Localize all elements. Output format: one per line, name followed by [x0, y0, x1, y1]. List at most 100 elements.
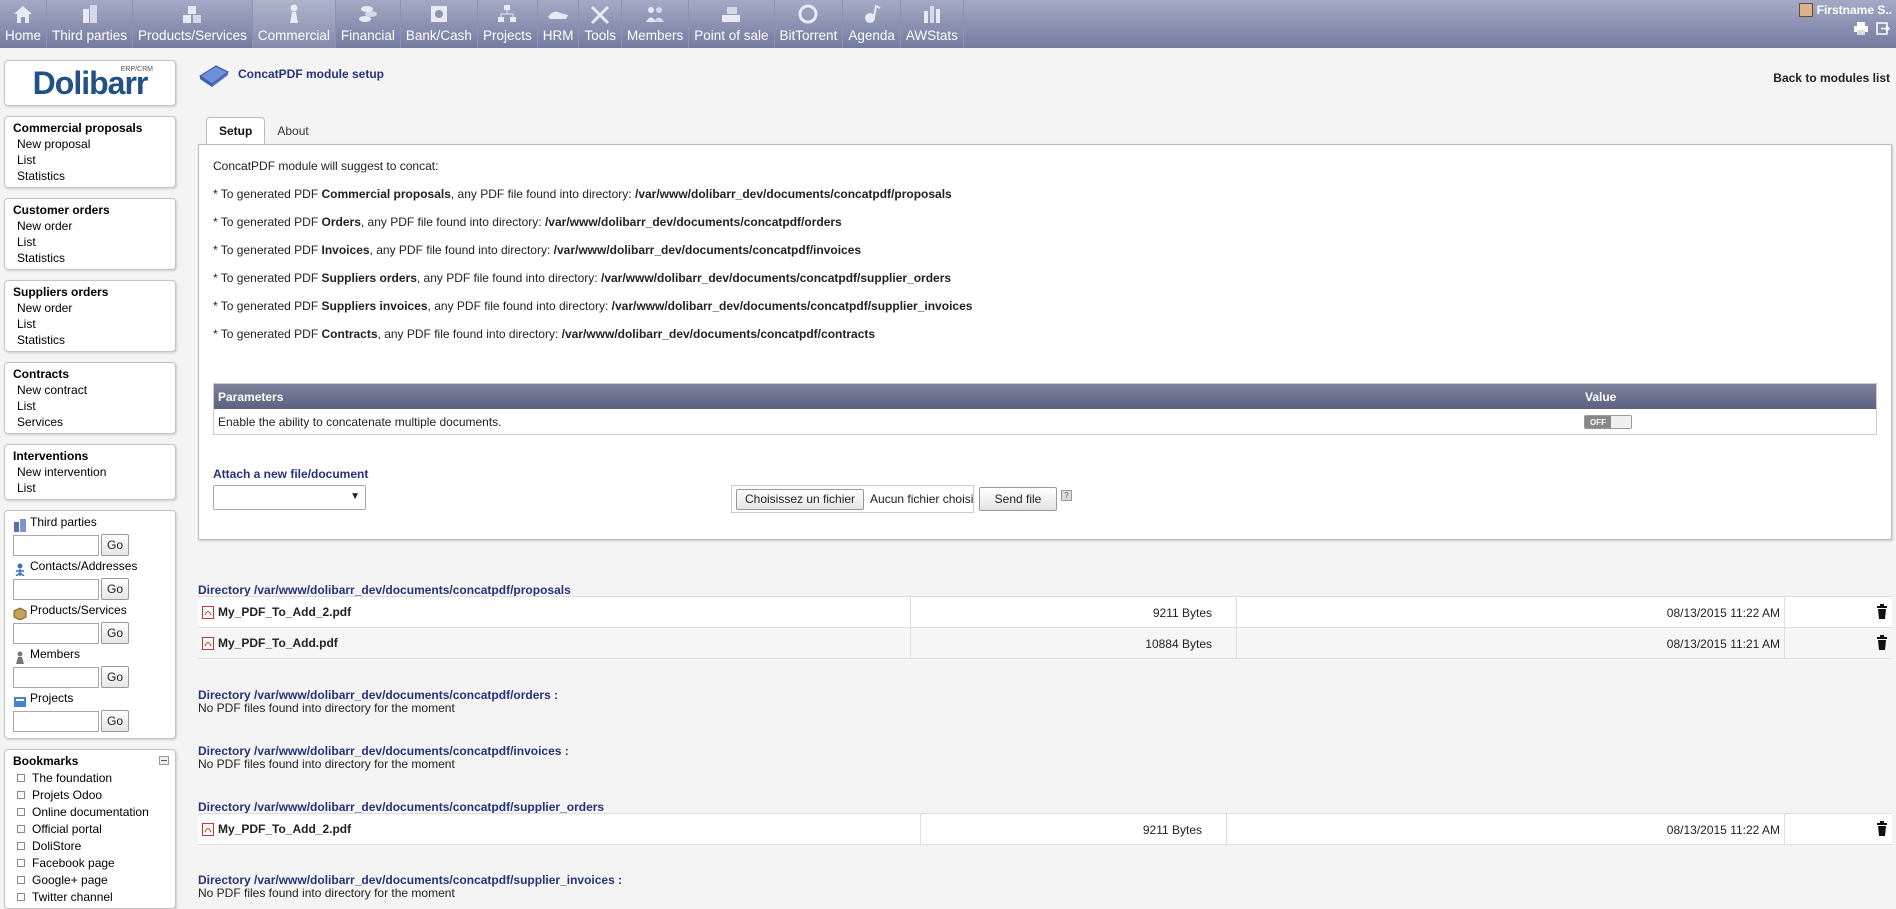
menu-item-list[interactable]: List — [13, 480, 167, 496]
user-login[interactable]: Firstname S.. — [1798, 3, 1892, 17]
bookmark-icon — [17, 824, 25, 833]
tab-setup[interactable]: Setup — [206, 117, 266, 145]
bookmark-item[interactable]: Online documentation — [13, 803, 167, 820]
bookmarks-block: Bookmarks The foundation Projets Odoo On… — [4, 749, 176, 909]
menu-projects[interactable]: Projects — [478, 0, 538, 48]
back-to-modules-link[interactable]: Back to modules list — [1773, 71, 1890, 85]
delete-icon[interactable] — [1876, 604, 1888, 619]
choose-file-button[interactable]: Choisissez un fichier — [736, 488, 865, 510]
menu-item-services[interactable]: Services — [13, 414, 167, 430]
directory-select[interactable]: ▼ — [213, 485, 366, 510]
company-icon — [14, 519, 26, 532]
menu-item-list[interactable]: List — [13, 234, 167, 250]
menu-third-parties[interactable]: Third parties — [47, 0, 134, 48]
logout-icon[interactable] — [1876, 22, 1890, 35]
menu-awstats[interactable]: AWStats — [901, 0, 964, 48]
hrm-icon — [548, 11, 569, 19]
delete-icon[interactable] — [1876, 635, 1888, 650]
menu-block-contracts: Contracts New contract List Services — [4, 362, 176, 434]
menu-item-new-contract[interactable]: New contract — [13, 382, 167, 398]
file-list-supplier-orders: My_PDF_To_Add_2.pdf 9211 Bytes 08/13/201… — [198, 813, 1892, 845]
file-name-link[interactable]: My_PDF_To_Add.pdf — [218, 636, 338, 650]
company-logo[interactable]: Dolibarr ERP/CRM — [4, 60, 176, 106]
menu-agenda[interactable]: Agenda — [843, 0, 901, 48]
concatenate-toggle[interactable]: OFF — [1584, 415, 1632, 429]
menu-tools[interactable]: Tools — [579, 0, 622, 48]
menu-item-new-proposal[interactable]: New proposal — [13, 136, 167, 152]
search-projects-input[interactable] — [13, 710, 99, 732]
menu-financial[interactable]: Financial — [336, 0, 401, 48]
product-icon — [13, 607, 27, 620]
search-members-go-button[interactable]: Go — [101, 666, 129, 688]
search-contacts-input[interactable] — [13, 578, 99, 600]
print-icon[interactable] — [1854, 22, 1868, 35]
concat-line-supplier-orders: * To generated PDF Suppliers orders, any… — [213, 271, 952, 285]
search-third-parties-input[interactable] — [13, 534, 99, 556]
menu-block-commercial-proposals: Commercial proposals New proposal List S… — [4, 116, 176, 188]
project-icon — [498, 5, 517, 22]
help-icon[interactable]: ? — [1061, 490, 1072, 501]
parameters-column-header: Parameters — [218, 389, 284, 404]
search-label-projects: Projects — [13, 690, 167, 708]
concat-line-invoices: * To generated PDF Invoices, any PDF fil… — [213, 243, 862, 257]
menu-block-title[interactable]: Contracts — [13, 366, 167, 382]
bookmark-item[interactable]: The foundation — [13, 769, 167, 786]
value-column-header: Value — [1585, 389, 1617, 404]
send-file-button[interactable]: Send file — [979, 487, 1057, 511]
file-size: 9211 Bytes — [1142, 823, 1202, 837]
menu-item-list[interactable]: List — [13, 152, 167, 168]
menu-item-statistics[interactable]: Statistics — [13, 250, 167, 266]
directory-title: Directory /var/www/dolibarr_dev/document… — [198, 744, 569, 758]
no-files-message: No PDF files found into directory for th… — [198, 886, 455, 900]
file-row: My_PDF_To_Add.pdf 10884 Bytes 08/13/2015… — [198, 628, 1892, 659]
file-name-link[interactable]: My_PDF_To_Add_2.pdf — [218, 605, 351, 619]
file-input[interactable]: Choisissez un fichier Aucun fichier choi… — [731, 485, 974, 513]
menu-point-of-sale[interactable]: Point of sale — [689, 0, 775, 48]
bookmark-item[interactable]: Facebook page — [13, 854, 167, 871]
file-name-link[interactable]: My_PDF_To_Add_2.pdf — [218, 822, 351, 836]
bookmark-item[interactable]: Twitter channel — [13, 888, 167, 905]
search-third-parties-go-button[interactable]: Go — [101, 534, 129, 556]
menu-block-title[interactable]: Interventions — [13, 448, 167, 464]
file-date: 08/13/2015 11:22 AM — [1666, 606, 1780, 620]
file-size: 9211 Bytes — [1152, 606, 1212, 620]
parameters-table: Parameters Value Enable the ability to c… — [213, 383, 1877, 435]
tab-about[interactable]: About — [265, 117, 320, 145]
menu-item-new-order[interactable]: New order — [13, 218, 167, 234]
menu-block-title[interactable]: Commercial proposals — [13, 120, 167, 136]
search-products-go-button[interactable]: Go — [101, 622, 129, 644]
tools-icon — [591, 5, 610, 25]
menu-item-list[interactable]: List — [13, 398, 167, 414]
bookmark-item[interactable]: Projets Odoo — [13, 786, 167, 803]
menu-home[interactable]: Home — [0, 0, 48, 48]
menu-block-title[interactable]: Customer orders — [13, 202, 167, 218]
bookmark-item[interactable]: Official portal — [13, 820, 167, 837]
menu-item-statistics[interactable]: Statistics — [13, 168, 167, 184]
menu-commercial[interactable]: Commercial — [252, 0, 336, 48]
menu-bittorrent[interactable]: BitTorrent — [775, 0, 844, 48]
search-projects-go-button[interactable]: Go — [101, 710, 129, 732]
menu-members[interactable]: Members — [622, 0, 690, 48]
search-products-input[interactable] — [13, 622, 99, 644]
search-members-input[interactable] — [13, 666, 99, 688]
menu-item-new-intervention[interactable]: New intervention — [13, 464, 167, 480]
search-contacts-go-button[interactable]: Go — [101, 578, 129, 600]
bookmark-item[interactable]: Google+ page — [13, 871, 167, 888]
menu-item-statistics[interactable]: Statistics — [13, 332, 167, 348]
top-tools — [1854, 22, 1890, 35]
bookmark-add-icon[interactable] — [159, 756, 169, 765]
menu-products-services[interactable]: Products/Services — [133, 0, 253, 48]
menu-block-interventions: Interventions New intervention List — [4, 444, 176, 500]
bookmark-item[interactable]: DoliStore — [13, 837, 167, 854]
file-date: 08/13/2015 11:21 AM — [1666, 637, 1780, 651]
left-menu: Dolibarr ERP/CRM Commercial proposals Ne… — [4, 60, 176, 909]
delete-icon[interactable] — [1876, 821, 1888, 836]
menu-bank-cash[interactable]: Bank/Cash — [401, 0, 478, 48]
setup-panel: ConcatPDF module will suggest to concat:… — [198, 144, 1892, 540]
menu-item-new-order[interactable]: New order — [13, 300, 167, 316]
no-files-message: No PDF files found into directory for th… — [198, 701, 455, 715]
no-file-chosen-text: Aucun fichier choisi — [870, 492, 973, 506]
menu-item-list[interactable]: List — [13, 316, 167, 332]
menu-block-title[interactable]: Suppliers orders — [13, 284, 167, 300]
menu-hrm[interactable]: HRM — [538, 0, 580, 48]
